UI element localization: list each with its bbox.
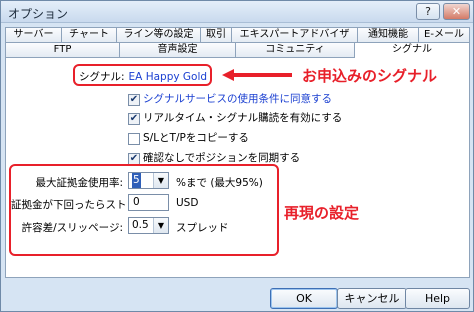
tab-sound[interactable]: 音声設定	[119, 42, 236, 57]
tab-trade[interactable]: 取引	[200, 27, 232, 42]
stop-out-unit: USD	[176, 197, 199, 209]
cancel-button[interactable]: キャンセル	[337, 288, 407, 309]
sync-positions-label: 確認なしでポジションを同期する	[143, 152, 301, 164]
slippage-value: 0.5	[132, 219, 149, 231]
agree-terms-checkbox[interactable]: ✔ シグナルサービスの使用条件に同意する	[128, 93, 332, 107]
tab-community[interactable]: コミュニティ	[235, 42, 355, 57]
signal-label: シグナル:	[79, 71, 125, 83]
slippage-select[interactable]: 0.5 ▼	[128, 217, 169, 234]
enable-realtime-label: リアルタイム・シグナル購読を有効にする	[143, 112, 343, 124]
tab-line-settings[interactable]: ライン等の設定	[116, 27, 201, 42]
tab-notifications[interactable]: 通知機能	[357, 27, 419, 42]
slippage-unit: スプレッド	[176, 222, 229, 234]
stop-out-label: 証拠金が下回ったらストップ:	[11, 199, 152, 211]
title-bar: オプション ? ✕	[1, 1, 473, 23]
stop-out-input[interactable]: 0	[128, 194, 169, 211]
help-button[interactable]: Help	[405, 288, 470, 309]
max-deposit-value: 5	[132, 173, 141, 188]
settings-callout: 再現の設定	[284, 204, 360, 222]
signal-callout: お申込みのシグナル	[302, 67, 438, 85]
check-icon[interactable]: ✔	[128, 93, 140, 106]
chevron-down-icon[interactable]: ▼	[153, 173, 168, 188]
checkbox-empty-icon[interactable]	[128, 132, 140, 145]
tab-signals[interactable]: シグナル	[354, 42, 470, 58]
tab-expert-advisors[interactable]: エキスパートアドバイザ	[231, 27, 358, 42]
title-help-button[interactable]: ?	[416, 3, 440, 20]
chevron-down-icon[interactable]: ▼	[153, 218, 168, 233]
slippage-label: 許容差/スリッページ:	[21, 222, 123, 234]
signal-row: シグナル: EA Happy Gold	[79, 69, 207, 84]
copy-sltp-checkbox[interactable]: S/LとT/Pをコピーする	[128, 132, 249, 146]
max-deposit-label: 最大証拠金使用率:	[35, 177, 123, 189]
enable-realtime-checkbox[interactable]: ✔ リアルタイム・シグナル購読を有効にする	[128, 112, 342, 126]
arrow-icon	[222, 69, 292, 81]
tab-chart[interactable]: チャート	[61, 27, 117, 42]
max-deposit-select[interactable]: 5 ▼	[128, 172, 169, 189]
check-icon[interactable]: ✔	[128, 112, 140, 125]
tab-row-2: FTP 音声設定 コミュニティ シグナル	[5, 42, 470, 58]
agree-terms-label[interactable]: シグナルサービスの使用条件に同意する	[143, 93, 332, 105]
tab-server[interactable]: サーバー	[5, 27, 62, 42]
close-button[interactable]: ✕	[443, 3, 470, 20]
ok-button[interactable]: OK	[270, 288, 338, 309]
window-title: オプション	[8, 7, 69, 21]
signal-name[interactable]: EA Happy Gold	[129, 71, 208, 83]
copy-sltp-label: S/LとT/Pをコピーする	[143, 132, 249, 144]
check-icon[interactable]: ✔	[128, 152, 140, 165]
max-deposit-unit: %まで (最大95%)	[176, 177, 263, 189]
tab-email[interactable]: E-メール	[418, 27, 470, 42]
tab-ftp[interactable]: FTP	[5, 42, 120, 57]
tab-row-1: サーバー チャート ライン等の設定 取引 エキスパートアドバイザ 通知機能 E-…	[5, 27, 470, 42]
options-dialog: オプション ? ✕ サーバー チャート ライン等の設定 取引 エキスパートアドバ…	[0, 0, 474, 312]
